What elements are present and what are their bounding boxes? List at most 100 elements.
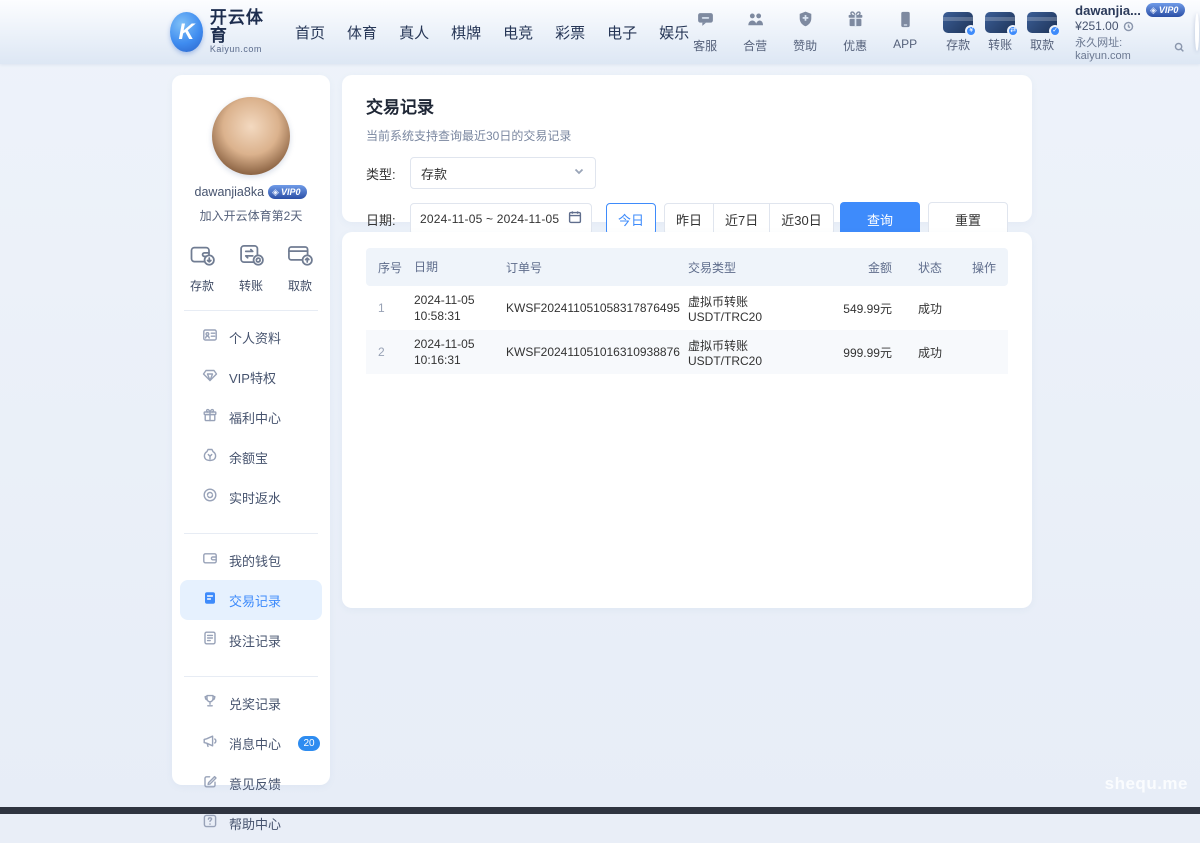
partnership-button[interactable]: 合营 xyxy=(739,10,771,54)
top-navbar: K 开云体育 Kaiyun.com 首页 体育 真人 棋牌 电竞 彩票 电子 娱… xyxy=(0,0,1200,64)
range-yesterday-button[interactable]: 昨日 xyxy=(664,203,714,235)
nav-link-live[interactable]: 真人 xyxy=(399,22,429,43)
help-icon xyxy=(202,813,218,834)
phone-icon xyxy=(896,10,915,34)
shield-icon xyxy=(796,10,815,34)
logo[interactable]: K 开云体育 Kaiyun.com xyxy=(170,9,269,54)
sponsor-button[interactable]: 赞助 xyxy=(789,10,821,54)
nav-link-entertainment[interactable]: 娱乐 xyxy=(659,22,689,43)
menu-item-yuebao[interactable]: 余额宝 xyxy=(180,437,322,477)
gift-icon xyxy=(846,10,865,34)
app-download-button[interactable]: APP xyxy=(889,10,921,54)
chat-icon xyxy=(696,10,715,34)
menu-item-transactions[interactable]: 交易记录 xyxy=(180,580,322,620)
deposit-label: 存款 xyxy=(946,36,970,53)
transaction-record-icon xyxy=(202,590,218,611)
search-button[interactable]: 查询 xyxy=(840,202,920,236)
sponsor-label: 赞助 xyxy=(793,37,817,54)
header-date: 日期 xyxy=(414,259,506,275)
transfer-label: 转账 xyxy=(988,36,1012,53)
sidebar-deposit-label: 存款 xyxy=(190,277,214,294)
promotions-label: 优惠 xyxy=(843,37,867,54)
sidebar-withdraw-button[interactable]: 取款 xyxy=(286,240,314,294)
sidebar-username: dawanjia8ka xyxy=(195,185,265,199)
deposit-card-icon: ¥ xyxy=(943,12,973,33)
nav-link-home[interactable]: 首页 xyxy=(295,22,325,43)
id-card-icon xyxy=(202,327,218,348)
menu-item-feedback[interactable]: 意见反馈 xyxy=(180,763,322,803)
menu-label: 帮助中心 xyxy=(229,814,281,833)
nav-link-lottery[interactable]: 彩票 xyxy=(555,22,585,43)
table-header-row: 序号 日期 订单号 交易类型 金额 状态 操作 xyxy=(366,248,1008,286)
transfer-button[interactable]: ⇄ 转账 xyxy=(985,12,1015,53)
customer-service-label: 客服 xyxy=(693,37,717,54)
menu-item-welfare[interactable]: 福利中心 xyxy=(180,397,322,437)
nav-link-slots[interactable]: 电子 xyxy=(607,22,637,43)
menu-item-rebate[interactable]: 实时返水 xyxy=(180,477,322,517)
promotions-button[interactable]: 优惠 xyxy=(839,10,871,54)
table-row: 2 2024-11-0510:16:31 KWSF202411051016310… xyxy=(366,330,1008,374)
menu-label: 交易记录 xyxy=(229,591,281,610)
cell-status: 成功 xyxy=(892,300,958,317)
menu-label: 实时返水 xyxy=(229,488,281,507)
header-type: 交易类型 xyxy=(688,259,792,276)
nav-link-esports[interactable]: 电竞 xyxy=(503,22,533,43)
sidebar-deposit-button[interactable]: 存款 xyxy=(188,240,216,294)
menu-label: 我的钱包 xyxy=(229,551,281,570)
vip-badge: ◈VIP0 xyxy=(1146,3,1185,17)
money-bag-icon xyxy=(202,447,218,468)
sidebar-transfer-button[interactable]: 转账 xyxy=(237,240,265,294)
menu-label: 投注记录 xyxy=(229,631,281,650)
transaction-table-panel: 序号 日期 订单号 交易类型 金额 状态 操作 1 2024-11-0510:5… xyxy=(342,232,1032,608)
range-30days-button[interactable]: 近30日 xyxy=(769,203,833,235)
menu-label: 余额宝 xyxy=(229,448,268,467)
menu-label: 意见反馈 xyxy=(229,774,281,793)
vip-gem-icon: ◈ xyxy=(272,187,279,198)
cell-status: 成功 xyxy=(892,344,958,361)
unread-count-badge: 20 xyxy=(298,736,320,751)
header-status: 状态 xyxy=(892,259,958,276)
nav-link-sports[interactable]: 体育 xyxy=(347,22,377,43)
page-subtitle: 当前系统支持查询最近30日的交易记录 xyxy=(366,127,1008,144)
trophy-icon xyxy=(202,693,218,714)
sidebar-menu-group-1: 个人资料 VIP特权 福利中心 余额宝 实时返水 xyxy=(172,317,330,517)
menu-label: 福利中心 xyxy=(229,408,281,427)
rebate-cycle-icon xyxy=(202,487,218,508)
withdraw-button[interactable]: ✓ 取款 xyxy=(1027,12,1057,53)
logo-icon: K xyxy=(170,12,203,52)
menu-item-prize-records[interactable]: 兑奖记录 xyxy=(180,683,322,723)
menu-item-vip[interactable]: VIP特权 xyxy=(180,357,322,397)
range-today-button[interactable]: 今日 xyxy=(606,203,656,235)
date-range-input[interactable]: 2024-11-05 ~ 2024-11-05 xyxy=(410,203,592,235)
page: K 开云体育 Kaiyun.com 首页 体育 真人 棋牌 电竞 彩票 电子 娱… xyxy=(0,0,1200,814)
nav-link-cards[interactable]: 棋牌 xyxy=(451,22,481,43)
cell-amount: 999.99元 xyxy=(792,344,892,361)
main-nav: 首页 体育 真人 棋牌 电竞 彩票 电子 娱乐 xyxy=(295,22,689,43)
withdraw-label: 取款 xyxy=(1030,36,1054,53)
reset-button[interactable]: 重置 xyxy=(928,202,1008,236)
username-display: dawanjia... xyxy=(1075,3,1141,18)
range-7days-button[interactable]: 近7日 xyxy=(713,203,770,235)
date-filter-label: 日期: xyxy=(366,210,410,229)
menu-label: 消息中心 xyxy=(229,734,281,753)
user-info-block[interactable]: dawanjia... ◈VIP0 ¥251.00 永久网址: kaiyun.c… xyxy=(1075,3,1185,62)
calendar-icon xyxy=(568,210,582,229)
menu-item-messages[interactable]: 消息中心 20 xyxy=(180,723,322,763)
sidebar-avatar[interactable] xyxy=(212,97,290,175)
app-download-label: APP xyxy=(893,37,917,51)
cell-index: 2 xyxy=(378,345,414,359)
chevron-down-icon xyxy=(573,164,585,182)
refresh-balance-icon[interactable] xyxy=(1123,19,1134,33)
menu-item-bet-records[interactable]: 投注记录 xyxy=(180,620,322,660)
deposit-button[interactable]: ¥ 存款 xyxy=(943,12,973,53)
type-select[interactable]: 存款 xyxy=(410,157,596,189)
type-filter-label: 类型: xyxy=(366,164,410,183)
customer-service-button[interactable]: 客服 xyxy=(689,10,721,54)
menu-item-profile[interactable]: 个人资料 xyxy=(180,317,322,357)
menu-item-wallet[interactable]: 我的钱包 xyxy=(180,540,322,580)
user-avatar[interactable] xyxy=(1195,13,1199,51)
search-icon[interactable] xyxy=(1174,42,1185,54)
menu-label: 兑奖记录 xyxy=(229,694,281,713)
diamond-icon xyxy=(202,367,218,388)
cell-index: 1 xyxy=(378,301,414,315)
